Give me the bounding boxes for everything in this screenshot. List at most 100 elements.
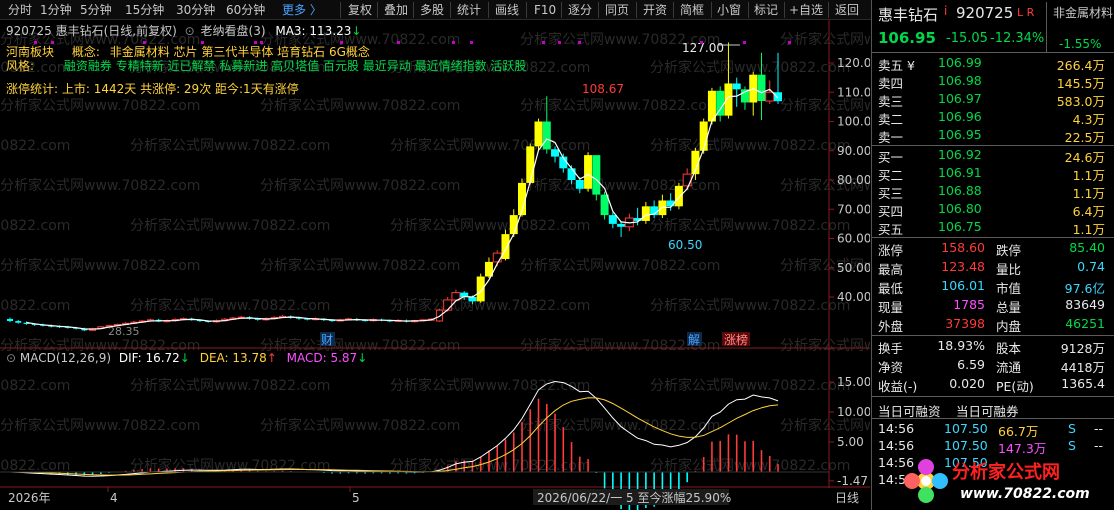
kline-chart-area[interactable]: 分析家公式网www.70822.com 分析家公式网www.70822.com 分析…	[0, 20, 870, 510]
add-watchlist-button[interactable]: +自选	[789, 0, 823, 20]
candle-body	[435, 309, 443, 322]
mark-button[interactable]: 标记	[754, 0, 778, 20]
share-row[interactable]: 换手 18.93% 股本 9128万	[872, 338, 1114, 356]
limit-stats: 涨停统计: 上市: 1442天 共涨停: 29次 距今:1天有涨停	[6, 82, 299, 96]
per-minute-button[interactable]: 逐分	[568, 0, 592, 20]
tick-price: 107.50	[944, 438, 988, 453]
toolbar-divider	[748, 2, 749, 18]
simple-frame-button[interactable]: 简框	[680, 0, 704, 20]
period-label[interactable]: 日线	[835, 491, 859, 505]
tab-15min[interactable]: 15分钟	[125, 0, 164, 20]
tick-row[interactable]: 14:56 107.50 66.7万 S --	[872, 421, 1114, 439]
watermark-text: 分析家公式网www.70822.com	[650, 217, 850, 234]
stat-value: 106.01	[941, 278, 985, 293]
stat-label: 涨停	[878, 243, 904, 258]
watermark-text: 分析家公式网www.70822.com	[130, 217, 330, 234]
stat-value: 46251	[1065, 316, 1105, 331]
fuquan-button[interactable]: 复权	[348, 0, 372, 20]
tick-side: S	[1068, 421, 1076, 436]
small-window-button[interactable]: 小窗	[717, 0, 741, 20]
ask-price: 106.96	[938, 109, 982, 124]
toolbar-divider	[636, 2, 637, 18]
bid-row[interactable]: 买一 106.92 24.6万	[872, 147, 1114, 165]
stat-value: 85.40	[1069, 240, 1105, 255]
candle-body	[699, 121, 708, 151]
price-tick-label: 50.00	[837, 261, 870, 275]
stat-row[interactable]: 最低 106.01 市值 97.6亿	[872, 278, 1114, 296]
tab-1min[interactable]: 1分钟	[40, 0, 72, 20]
industry-box[interactable]: 非金属材料 -1.55%	[1046, 2, 1114, 52]
stock-info-icon[interactable]: i	[944, 4, 947, 18]
back-button[interactable]: 返回	[835, 0, 859, 20]
draw-line-button[interactable]: 画线	[495, 0, 519, 20]
indicator-dropdown-icon[interactable]: ⊙	[185, 24, 195, 38]
bid-row[interactable]: 买五 106.75 1.1万	[872, 219, 1114, 237]
macd-settings-icon[interactable]: ⊙	[6, 351, 16, 365]
ask-price: 106.98	[938, 73, 982, 88]
bid-row[interactable]: 买三 106.88 1.1万	[872, 183, 1114, 201]
watermark-text: 分析家公式网www.70822.com	[130, 137, 330, 154]
tab-intraday[interactable]: 分时	[8, 0, 32, 20]
f10-button[interactable]: F10	[534, 0, 556, 20]
stat-value: 1785	[953, 297, 985, 312]
tab-60min[interactable]: 60分钟	[226, 0, 265, 20]
bid-label: 买一	[878, 150, 904, 165]
stat-row[interactable]: 外盘 37398 内盘 46251	[872, 316, 1114, 334]
ask-row[interactable]: 卖二 106.96 4.3万	[872, 109, 1114, 127]
ask-row[interactable]: 卖五 ¥ 106.99 266.4万	[872, 55, 1114, 73]
statistics-button[interactable]: 统计	[457, 0, 481, 20]
multi-stock-button[interactable]: 多股	[420, 0, 444, 20]
candle-body	[774, 92, 782, 102]
style-list[interactable]: 融资融券 专精特新 近已解禁 私募新进 高贝塔值 百元股 最近异动 最近情绪指数…	[64, 59, 527, 73]
stat-row[interactable]: 现量 1785 总量 83649	[872, 297, 1114, 315]
unlock-marker[interactable]: 解	[688, 333, 700, 347]
signal-dot	[700, 41, 703, 44]
tab-5min[interactable]: 5分钟	[80, 0, 112, 20]
bid-price: 106.92	[938, 147, 982, 162]
panel-divider	[872, 237, 1114, 238]
watermark-text: 分析家公式网www.70822.com	[650, 377, 850, 394]
candle-body	[716, 90, 725, 116]
candle-body	[584, 155, 593, 189]
share-label: 流通	[996, 360, 1022, 375]
stat-value: 158.60	[941, 240, 985, 255]
finance-marker[interactable]: 财	[321, 333, 333, 347]
watermark-text: 分析家公式网www.70822.com	[650, 457, 850, 474]
style-line: 风格: 融资融券 专精特新 近已解禁 私募新进 高贝塔值 百元股 最近异动 最近…	[6, 57, 526, 74]
bid-price: 106.91	[938, 165, 982, 180]
time-axis-may: 5	[352, 491, 360, 505]
candle-body	[757, 74, 766, 102]
toolbar-divider	[340, 2, 341, 18]
stat-value: 37398	[945, 316, 985, 331]
bid-price: 106.80	[938, 201, 982, 216]
tab-30min[interactable]: 30分钟	[176, 0, 215, 20]
panel-divider	[872, 335, 1114, 336]
bid-row[interactable]: 买四 106.80 6.4万	[872, 201, 1114, 219]
indicator-name[interactable]: 老纳看盘(3)	[201, 24, 266, 38]
watermark-text: 分析家公式网www.70822.com	[390, 217, 590, 234]
lr-badge: L R	[1017, 6, 1035, 19]
watermark-text: 分析家公式网www.70822.com	[780, 31, 870, 48]
limit-rank-marker[interactable]: 涨榜	[724, 332, 748, 347]
open-funds-button[interactable]: 开资	[643, 0, 667, 20]
bid-row[interactable]: 买二 106.91 1.1万	[872, 165, 1114, 183]
macd-title[interactable]: MACD(12,26,9)	[20, 351, 111, 365]
ask-row[interactable]: 卖四 106.98 145.5万	[872, 73, 1114, 91]
ask-label: 卖一	[878, 130, 904, 145]
cursor-date: 2026/06/22/一 5 至今涨幅25.90%	[537, 490, 731, 505]
candle-body	[732, 83, 741, 90]
ask-row[interactable]: 卖一 106.95 22.5万	[872, 127, 1114, 145]
ask-row[interactable]: 卖三 106.97 583.0万	[872, 91, 1114, 109]
tick-side: S	[1068, 438, 1076, 453]
share-row[interactable]: 收益(-) 0.020 PE(动) 1365.4	[872, 376, 1114, 394]
logo-text: 分析家公式网	[952, 461, 1060, 483]
stat-label: 跌停	[996, 243, 1022, 258]
share-row[interactable]: 净资 6.59 流通 4418万	[872, 357, 1114, 375]
limit-stats-line: 涨停统计: 上市: 1442天 共涨停: 29次 距今:1天有涨停	[6, 80, 299, 97]
stat-label: 量比	[996, 262, 1022, 277]
same-page-button[interactable]: 同页	[605, 0, 629, 20]
more-periods-button[interactable]: 更多 〉	[282, 0, 322, 20]
stat-row[interactable]: 涨停 158.60 跌停 85.40	[872, 240, 1114, 258]
overlay-button[interactable]: 叠加	[384, 0, 408, 20]
stat-row[interactable]: 最高 123.48 量比 0.74	[872, 259, 1114, 277]
